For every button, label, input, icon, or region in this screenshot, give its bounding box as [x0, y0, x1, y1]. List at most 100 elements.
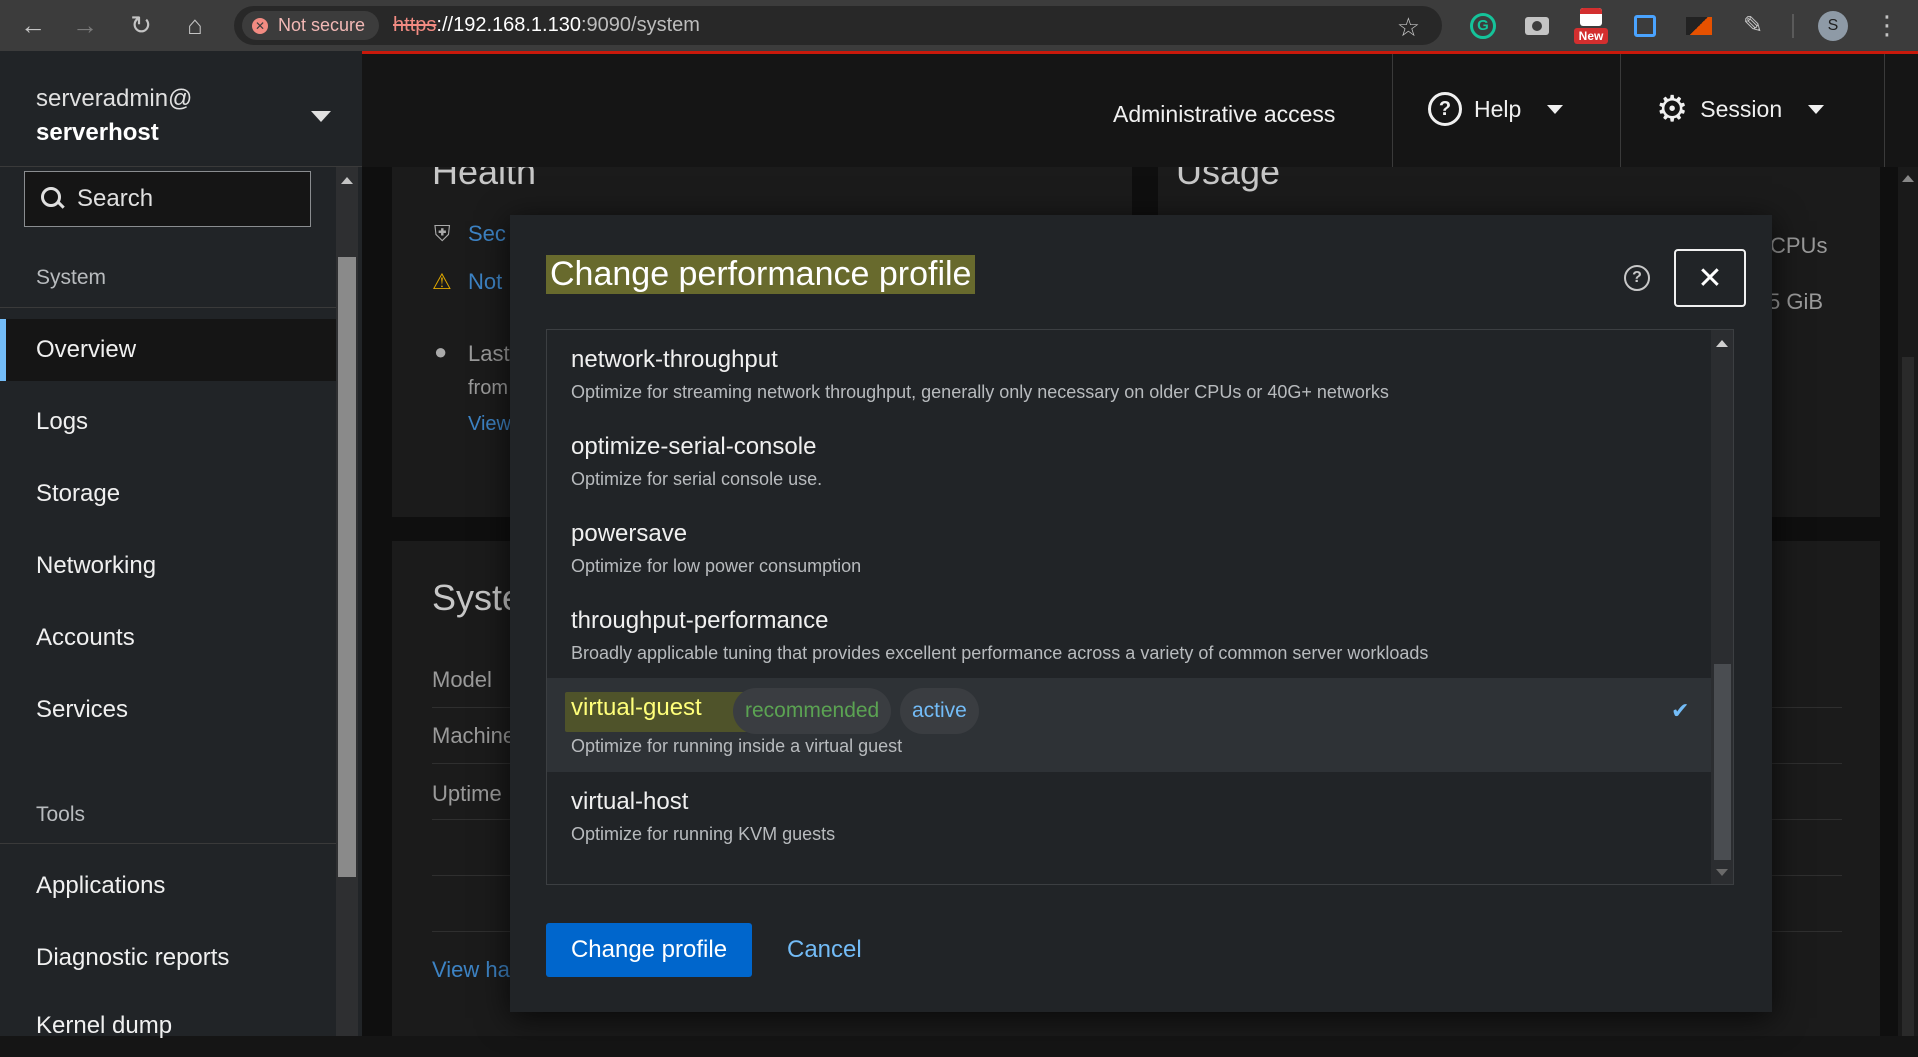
capture-extension[interactable] — [1622, 0, 1668, 51]
new-badge-label: New — [1574, 27, 1608, 44]
profile-option[interactable]: optimize-serial-console Optimize for ser… — [547, 417, 1711, 505]
security-chip[interactable]: ✕ Not secure — [242, 11, 380, 40]
profile-option[interactable]: virtual-host Optimize for running KVM gu… — [547, 772, 1711, 860]
new-badge-icon: New — [1574, 7, 1608, 44]
notice-link[interactable]: Not — [468, 269, 502, 295]
grammarly-icon: G — [1470, 12, 1496, 39]
address-bar[interactable]: ✕ Not secure https://192.168.1.130:9090/… — [234, 6, 1442, 45]
scroll-up-icon[interactable] — [1902, 175, 1914, 182]
url-text[interactable]: https://192.168.1.130:9090/system — [393, 14, 700, 37]
profile-list: network-throughput Optimize for streamin… — [546, 329, 1734, 885]
profile-button[interactable]: S — [1810, 0, 1856, 51]
page-scrollbar[interactable] — [1898, 167, 1918, 1036]
sidebar-item-applications[interactable]: Applications — [0, 855, 336, 917]
warning-icon: ⚠ — [432, 269, 452, 294]
scan-icon — [1634, 14, 1656, 37]
profile-option[interactable]: powersave Optimize for low power consump… — [547, 504, 1711, 592]
masthead-divider — [1884, 54, 1885, 170]
help-icon[interactable]: ? — [1624, 265, 1650, 291]
puzzle-icon: ✎ — [1742, 12, 1764, 39]
profile-description: Broadly applicable tuning that provides … — [571, 643, 1429, 663]
scrollbar-thumb[interactable] — [338, 257, 356, 877]
host-user: serveradmin@ — [36, 85, 193, 112]
security-link[interactable]: Sec — [468, 221, 506, 247]
scroll-down-icon[interactable] — [1716, 869, 1728, 876]
profile-option-selected[interactable]: virtual-guest recommended active Optimiz… — [547, 678, 1711, 772]
masthead-divider — [1392, 54, 1393, 170]
toolbar-divider — [1792, 14, 1794, 38]
profile-name: virtual-host — [571, 788, 689, 815]
change-profile-button[interactable]: Change profile — [546, 923, 752, 977]
browser-menu-button[interactable]: ⋮ — [1864, 0, 1910, 51]
close-icon: ✕ — [1697, 261, 1723, 295]
view-login-link[interactable]: View — [468, 413, 511, 436]
profile-option[interactable]: throughput-performance Broadly applicabl… — [547, 591, 1711, 679]
last-login-from: from — [468, 377, 508, 399]
list-scrollbar[interactable] — [1711, 330, 1733, 884]
chevron-down-icon — [311, 111, 331, 122]
sidebar-item-kernel-dump[interactable]: Kernel dump — [0, 995, 336, 1057]
help-menu[interactable]: ? Help — [1428, 84, 1564, 134]
uptime-label: Uptime — [432, 781, 502, 806]
search-input[interactable] — [77, 185, 297, 213]
avatar: S — [1818, 10, 1848, 41]
dark-extension[interactable] — [1676, 0, 1722, 51]
bookmark-star-icon[interactable]: ☆ — [1397, 12, 1420, 43]
url-host: ://192.168.1.130 — [436, 14, 581, 36]
screenshot-extension[interactable] — [1514, 0, 1560, 51]
session-label: Session — [1700, 95, 1783, 122]
usage-title: Usage — [1176, 167, 1281, 192]
scroll-up-icon[interactable] — [341, 177, 353, 184]
sidebar-item-diagnostic-reports[interactable]: Diagnostic reports — [0, 927, 336, 989]
url-path: :9090/system — [580, 14, 700, 36]
sidebar-item-services[interactable]: Services — [0, 679, 336, 741]
change-profile-dialog: Change performance profile ? ✕ network-t… — [510, 215, 1772, 1012]
browser-toolbar: ← → ↻ ⌂ ✕ Not secure https://192.168.1.1… — [0, 0, 1918, 51]
machine-label: Machine — [432, 723, 516, 748]
dialog-title: Change performance profile — [546, 255, 976, 294]
back-icon[interactable]: ← — [6, 0, 60, 51]
grammarly-extension[interactable]: G — [1460, 0, 1506, 51]
sidebar: serveradmin@ serverhost System Overview … — [0, 51, 362, 1039]
sidebar-item-logs[interactable]: Logs — [0, 391, 336, 453]
reload-icon[interactable]: ↻ — [114, 0, 168, 51]
cancel-button[interactable]: Cancel — [787, 923, 862, 977]
new-extension[interactable]: New — [1568, 0, 1614, 51]
sidebar-item-storage[interactable]: Storage — [0, 463, 336, 525]
profile-name: throughput-performance — [571, 607, 829, 634]
host-switcher[interactable]: serveradmin@ serverhost — [0, 51, 362, 167]
extensions-button[interactable]: ✎ — [1730, 0, 1776, 51]
home-icon[interactable]: ⌂ — [168, 0, 222, 51]
search-icon — [39, 185, 67, 213]
scrollbar-thumb[interactable] — [1902, 357, 1914, 1036]
sidebar-scrollbar[interactable] — [336, 167, 358, 1036]
section-divider — [0, 843, 336, 844]
security-label: Not secure — [278, 15, 366, 35]
active-badge: active — [900, 688, 979, 734]
search-field[interactable] — [24, 171, 311, 227]
user-icon: ● — [434, 339, 448, 364]
sidebar-item-accounts[interactable]: Accounts — [0, 607, 336, 669]
scrollbar-thumb[interactable] — [1714, 664, 1731, 860]
sidebar-item-overview[interactable]: Overview — [0, 319, 336, 381]
cpus-text: CPUs — [1770, 233, 1828, 258]
last-login-text: Last — [468, 341, 510, 366]
shield-icon: ⛨ — [434, 221, 451, 246]
kebab-menu-icon: ⋮ — [1874, 10, 1900, 40]
profile-option[interactable]: network-throughput Optimize for streamin… — [547, 330, 1711, 418]
profile-description: Optimize for serial console use. — [571, 469, 823, 489]
not-secure-icon: ✕ — [252, 17, 268, 34]
scroll-up-icon[interactable] — [1716, 340, 1728, 347]
close-button[interactable]: ✕ — [1674, 249, 1746, 307]
session-menu[interactable]: ⚙ Session — [1656, 84, 1825, 134]
administrative-access-button[interactable]: Administrative access — [1113, 101, 1335, 128]
section-tools-label: Tools — [36, 803, 86, 826]
forward-icon[interactable]: → — [58, 0, 112, 51]
profile-name: powersave — [571, 520, 688, 547]
gear-icon: ⚙ — [1656, 88, 1689, 129]
sidebar-item-networking[interactable]: Networking — [0, 535, 336, 597]
profile-name: network-throughput — [571, 346, 778, 373]
view-hardware-link[interactable]: View ha — [432, 957, 510, 983]
chevron-down-icon — [1547, 104, 1564, 114]
host-name: serverhost — [36, 119, 159, 146]
